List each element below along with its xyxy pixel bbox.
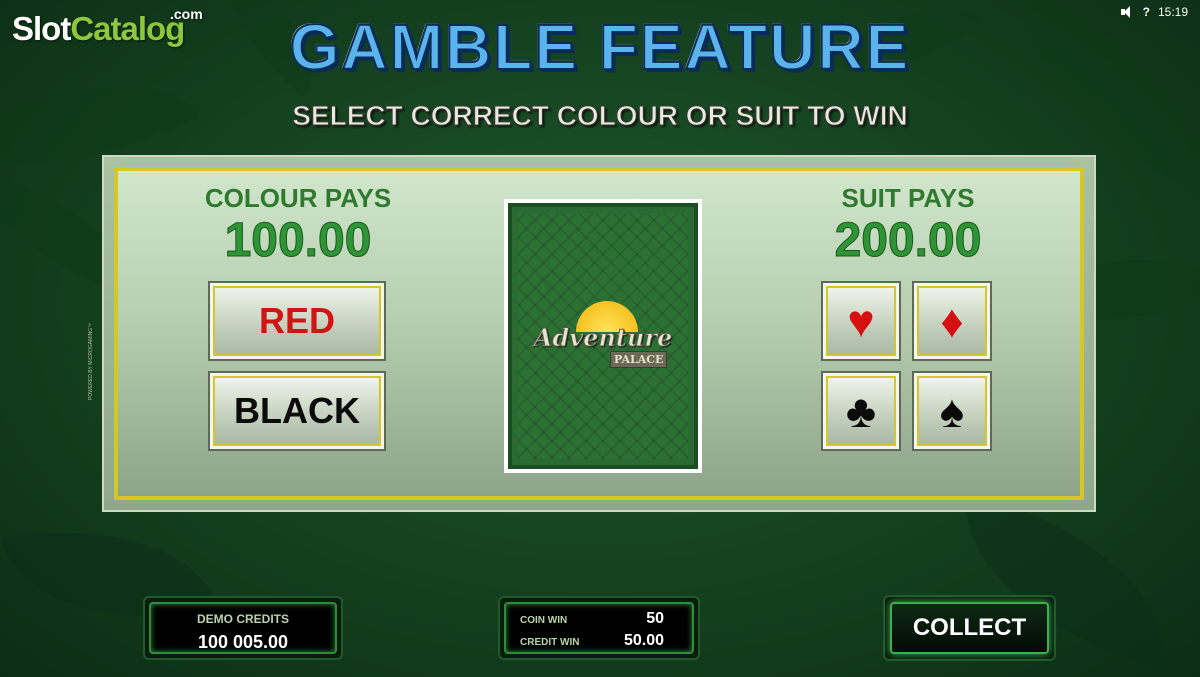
club-icon: ♣ [826,376,896,446]
colour-pays-label: COLOUR PAYS [204,183,392,213]
page-title: GAMBLE FEATURE [289,10,911,84]
spade-icon: ♠ [917,376,987,446]
hearts-button[interactable]: ♥ [821,281,901,361]
win-screen: COIN WIN 50 CREDIT WIN 50.00 [504,602,694,654]
card-back: Adventure PALACE [508,203,698,469]
suit-pays-value: 200.00 [834,214,982,268]
credit-win-value: 50.00 [623,632,664,649]
collect-button-label: COLLECT [890,602,1049,654]
red-button[interactable]: RED [208,281,386,361]
credits-display: DEMO CREDITS 100 005.00 [143,596,343,660]
powered-by-text: POWERED BY MICROGAMING™ [88,322,94,400]
credits-screen: DEMO CREDITS 100 005.00 [149,602,337,654]
logo-subtitle: PALACE [610,351,668,368]
gamble-panel-inner: COLOUR PAYS 100.00 RED BLACK Adventure P… [114,167,1084,500]
black-button[interactable]: BLACK [208,371,386,451]
win-display: COIN WIN 50 CREDIT WIN 50.00 [498,596,700,660]
credits-label: DEMO CREDITS [196,612,289,626]
coin-win-row: COIN WIN 50 [520,610,664,628]
spades-button[interactable]: ♠ [912,371,992,451]
black-button-label: BLACK [213,376,381,446]
heart-icon: ♥ [826,286,896,356]
gamble-panel: COLOUR PAYS 100.00 RED BLACK Adventure P… [102,155,1096,512]
adventure-palace-logo: Adventure PALACE [512,301,694,381]
diamonds-button[interactable]: ♦ [912,281,992,361]
credits-value: 100 005.00 [197,632,289,652]
logo-title: Adventure [533,323,673,353]
diamond-icon: ♦ [917,286,987,356]
game-screen: SlotCatalog .com ? 15:19 GAMBLE FEATURE … [0,0,1200,677]
credit-win-label: CREDIT WIN [520,637,580,648]
instruction-text: SELECT CORRECT COLOUR OR SUIT TO WIN [292,100,908,132]
credit-win-row: CREDIT WIN 50.00 [520,632,664,650]
collect-button[interactable]: COLLECT [883,595,1056,661]
red-button-label: RED [213,286,381,356]
colour-pays-value: 100.00 [224,214,372,268]
coin-win-value: 50 [646,610,664,627]
gamble-card: Adventure PALACE [504,199,702,473]
clubs-button[interactable]: ♣ [821,371,901,451]
coin-win-label: COIN WIN [520,615,568,626]
suit-pays-label: SUIT PAYS [841,183,975,213]
